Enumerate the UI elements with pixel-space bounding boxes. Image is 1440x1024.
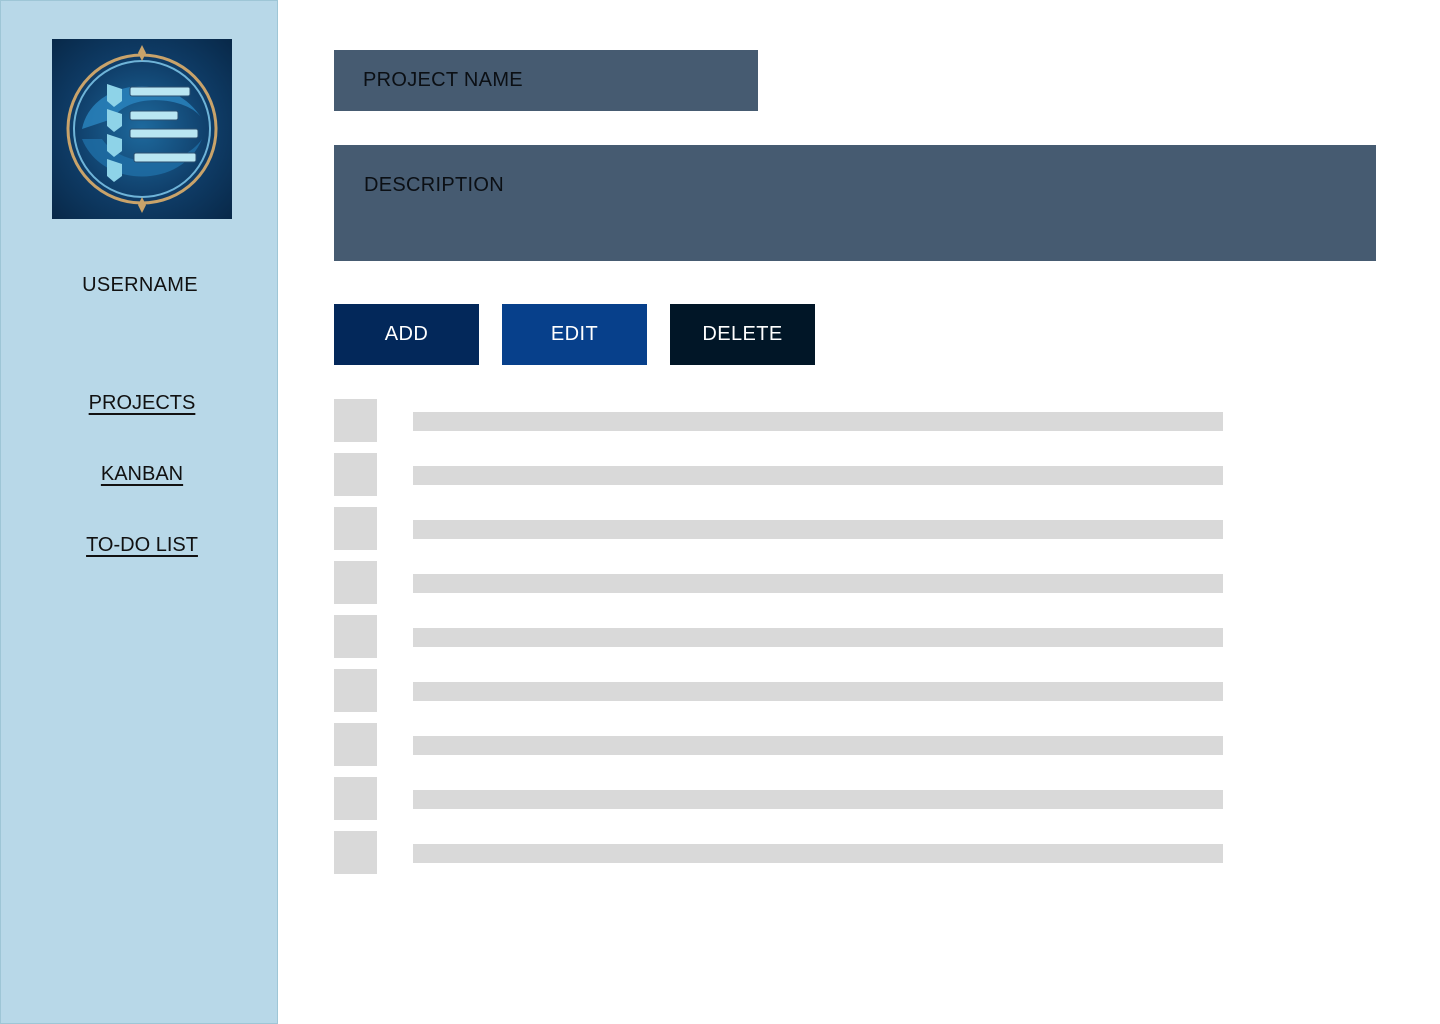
delete-button[interactable]: DELETE [670, 304, 815, 365]
sidebar: USERNAME PROJECTS KANBAN TO-DO LIST [0, 0, 278, 1024]
item-checkbox[interactable] [334, 507, 377, 550]
item-text-placeholder [413, 628, 1223, 647]
item-text-placeholder [413, 412, 1223, 431]
item-text-placeholder [413, 736, 1223, 755]
item-checkbox[interactable] [334, 453, 377, 496]
item-checkbox[interactable] [334, 615, 377, 658]
app-logo [52, 39, 232, 219]
edit-button[interactable]: EDIT [502, 304, 647, 365]
item-text-placeholder [413, 682, 1223, 701]
item-text-placeholder [413, 844, 1223, 863]
list-item [334, 669, 1224, 713]
item-checkbox[interactable] [334, 777, 377, 820]
item-text-placeholder [413, 790, 1223, 809]
item-text-placeholder [413, 520, 1223, 539]
list-item [334, 399, 1224, 443]
checklist-emblem-icon [66, 45, 218, 213]
nav-todo-list[interactable]: TO-DO LIST [1, 534, 283, 557]
item-checkbox[interactable] [334, 399, 377, 442]
project-name-placeholder: PROJECT NAME [363, 69, 523, 91]
description-placeholder: DESCRIPTION [364, 174, 504, 196]
project-name-input[interactable]: PROJECT NAME [334, 50, 758, 111]
item-checkbox[interactable] [334, 723, 377, 766]
item-checkbox[interactable] [334, 561, 377, 604]
list-item [334, 831, 1224, 875]
list-item [334, 615, 1224, 659]
list-item [334, 453, 1224, 497]
add-button[interactable]: ADD [334, 304, 479, 365]
list-item [334, 507, 1224, 551]
item-text-placeholder [413, 574, 1223, 593]
list-item [334, 777, 1224, 821]
list-item [334, 723, 1224, 767]
item-text-placeholder [413, 466, 1223, 485]
item-checkbox[interactable] [334, 831, 377, 874]
nav-kanban[interactable]: KANBAN [1, 463, 283, 486]
username-label: USERNAME [82, 274, 198, 296]
nav-projects[interactable]: PROJECTS [1, 392, 283, 415]
list-item [334, 561, 1224, 605]
item-checkbox[interactable] [334, 669, 377, 712]
description-input[interactable]: DESCRIPTION [334, 145, 1376, 261]
